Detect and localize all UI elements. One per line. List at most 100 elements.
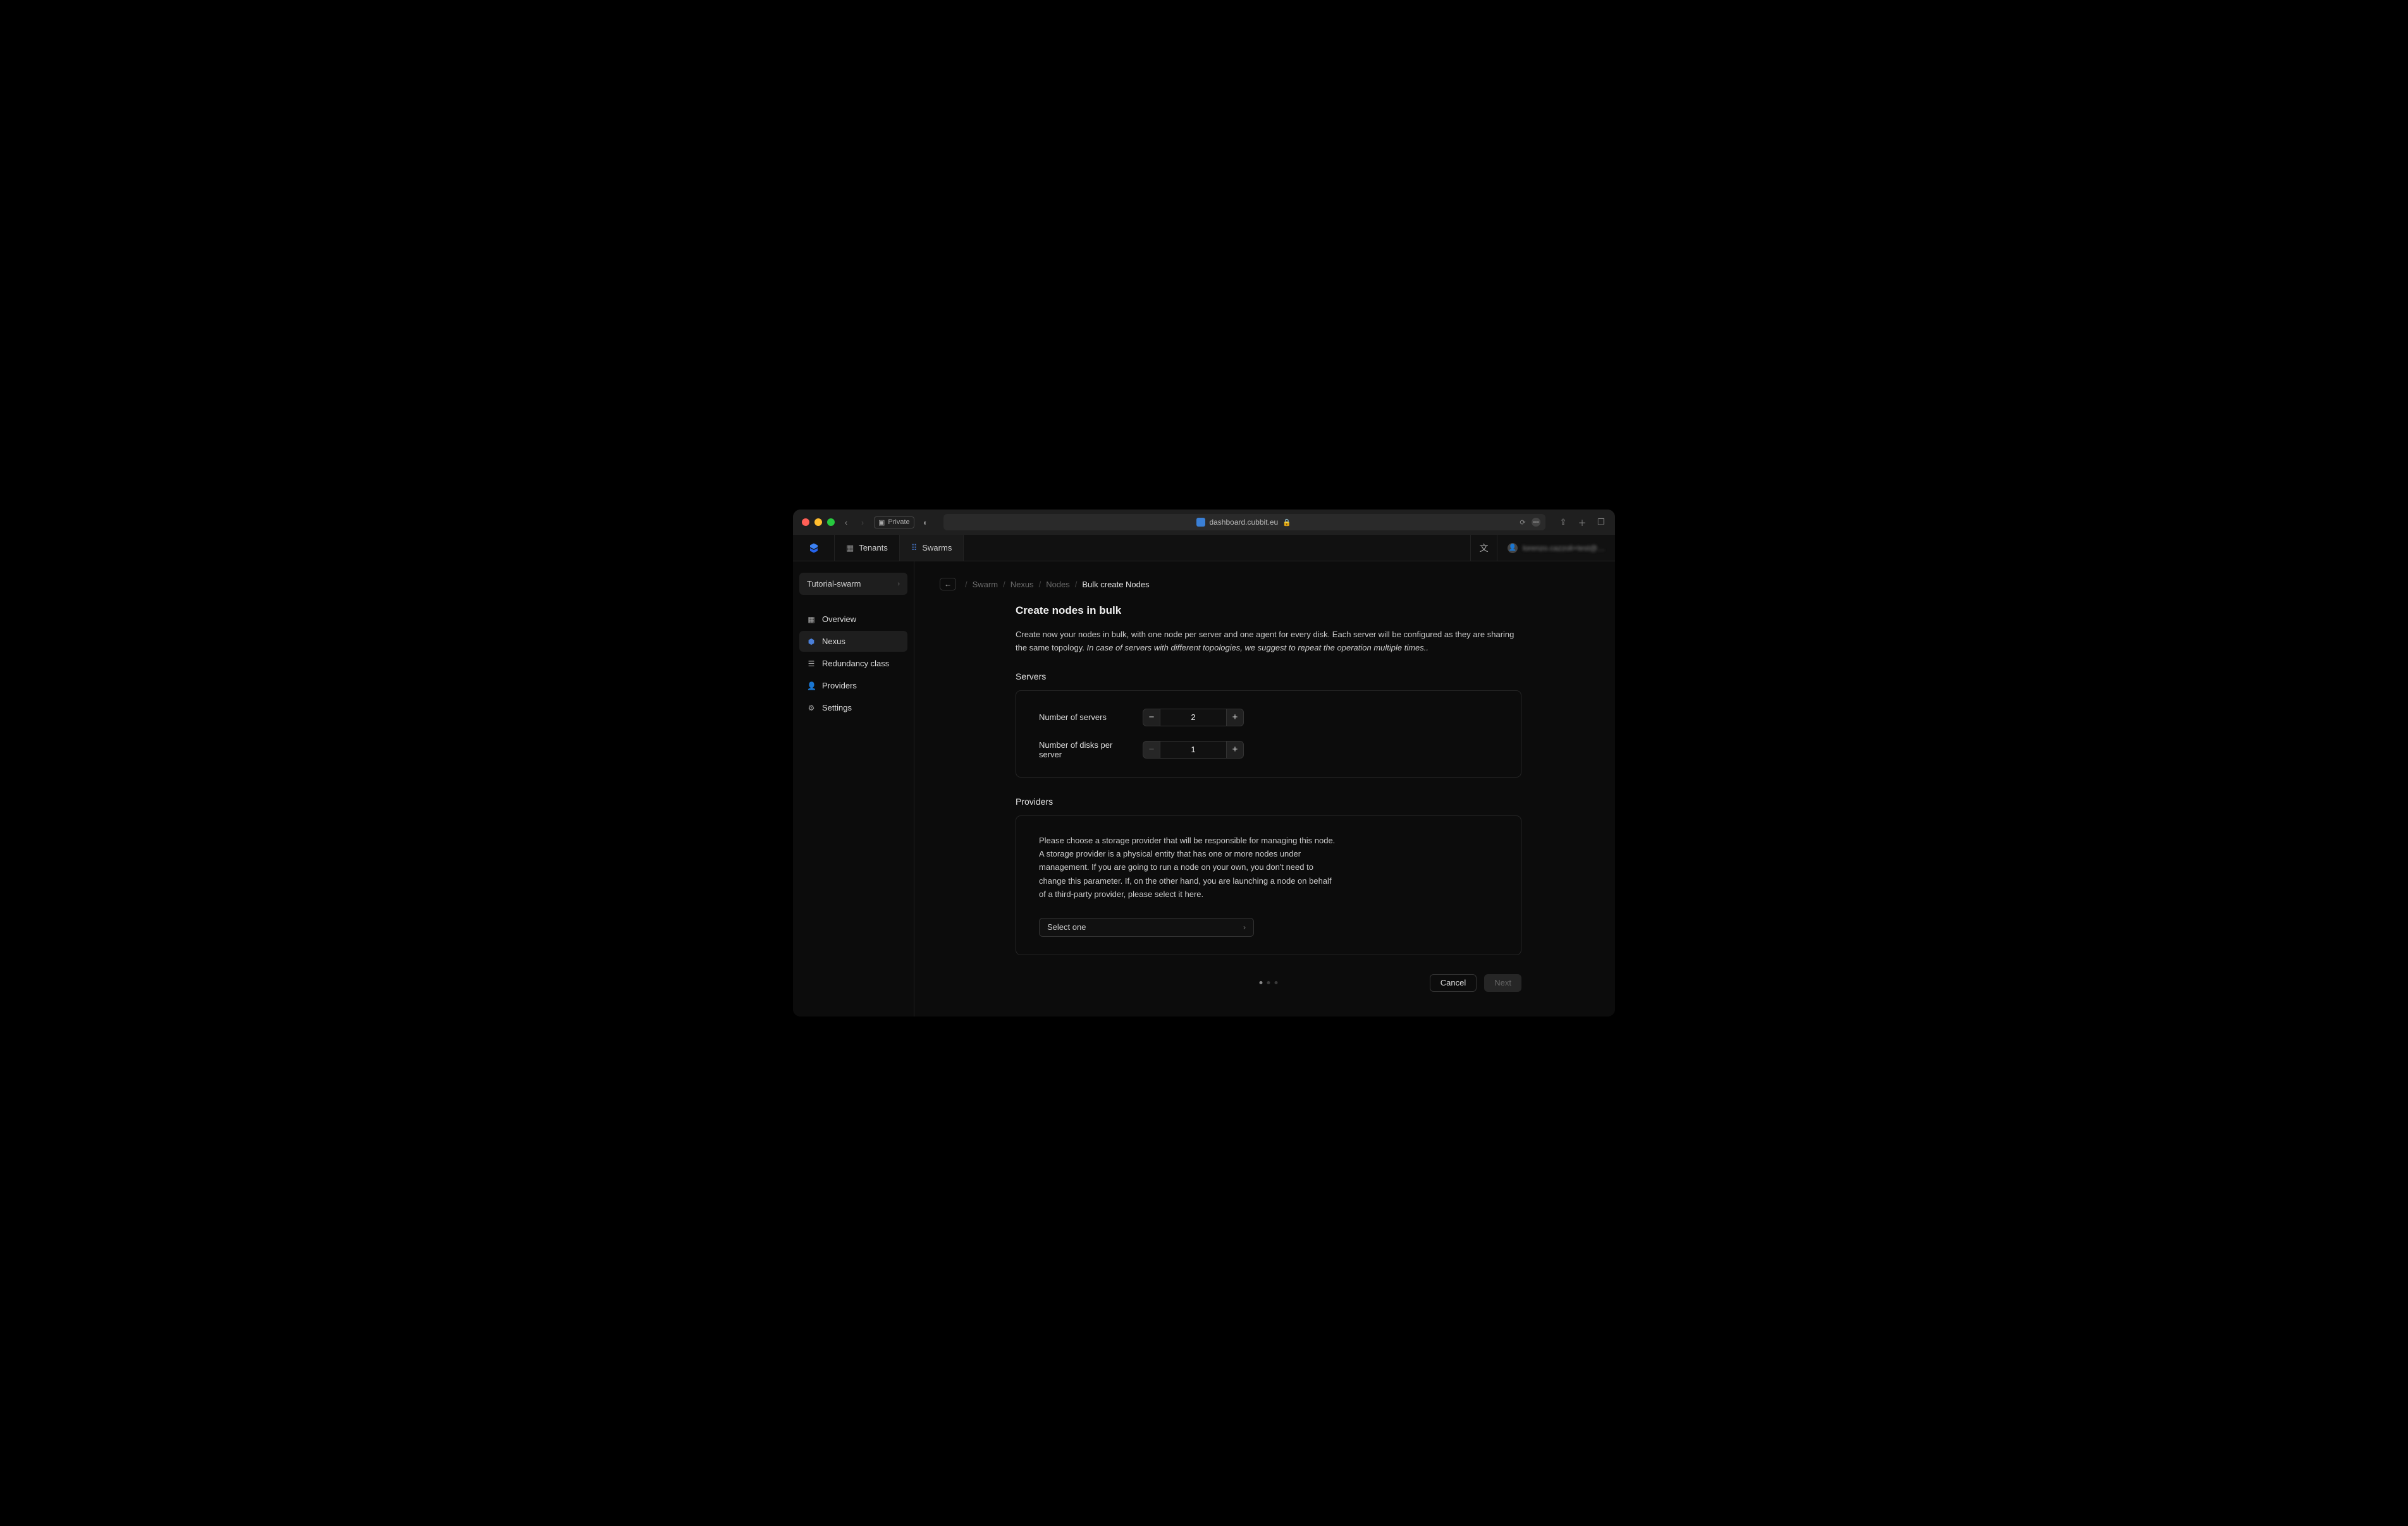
intro-italic: In case of servers with different topolo… — [1087, 643, 1429, 652]
back-icon[interactable]: ‹ — [841, 518, 851, 527]
sidebar-toggle-icon[interactable]: ▣ Private — [874, 516, 914, 528]
url-text: dashboard.cubbit.eu — [1209, 518, 1278, 527]
gear-icon: ⚙ — [807, 704, 816, 712]
lock-icon: 🔒 — [1282, 518, 1292, 527]
new-tab-icon[interactable]: ＋ — [1577, 516, 1587, 528]
grid-icon: ▦ — [807, 615, 816, 624]
num-servers-stepper: − 2 + — [1143, 709, 1244, 726]
app-body: Tutorial-swarm › ▦ Overview ⬢ Nexus ☰ Re… — [793, 561, 1615, 1016]
servers-heading: Servers — [1016, 671, 1521, 681]
forward-icon: › — [857, 518, 868, 527]
servers-decrement-button[interactable]: − — [1143, 709, 1160, 726]
sidebar-item-redundancy[interactable]: ☰ Redundancy class — [799, 653, 907, 674]
tabs-icon[interactable]: ❐ — [1596, 517, 1606, 527]
breadcrumb-separator: / — [1075, 580, 1078, 589]
arrow-left-icon: ← — [944, 580, 952, 589]
tab-swarms[interactable]: ⠿ Swarms — [900, 535, 964, 561]
more-icon[interactable]: ••• — [1532, 518, 1540, 527]
app-logo[interactable] — [793, 535, 835, 561]
servers-panel: Number of servers − 2 + Number of disks … — [1016, 690, 1521, 778]
breadcrumb-separator: / — [965, 580, 968, 589]
chevron-right-icon: › — [897, 580, 900, 588]
person-icon: 👤 — [807, 681, 816, 690]
intro-text: Create now your nodes in bulk, with one … — [1016, 628, 1521, 655]
next-button: Next — [1484, 974, 1521, 992]
layers-icon: ☰ — [807, 659, 816, 668]
breadcrumb-row: ← / Swarm / Nexus / Nodes / Bulk create … — [940, 578, 1590, 590]
providers-panel: Please choose a storage provider that wi… — [1016, 815, 1521, 955]
swarm-selected-label: Tutorial-swarm — [807, 579, 861, 589]
close-window-icon[interactable] — [802, 518, 809, 526]
share-icon[interactable]: ⇪ — [1558, 517, 1568, 527]
cancel-button[interactable]: Cancel — [1430, 974, 1477, 992]
num-servers-row: Number of servers − 2 + — [1039, 709, 1498, 726]
provider-select[interactable]: Select one › — [1039, 918, 1254, 937]
num-disks-stepper: − 1 + — [1143, 741, 1244, 759]
sidebar-item-providers[interactable]: 👤 Providers — [799, 675, 907, 696]
num-servers-label: Number of servers — [1039, 712, 1127, 722]
reload-icon[interactable]: ⟳ — [1518, 518, 1528, 527]
sidebar-item-settings[interactable]: ⚙ Settings — [799, 697, 907, 718]
breadcrumb-nodes[interactable]: Nodes — [1046, 580, 1070, 589]
tab-swarms-label: Swarms — [922, 543, 952, 552]
sidebar-item-label: Nexus — [822, 637, 845, 646]
cancel-button-label: Cancel — [1440, 978, 1466, 987]
hexagon-icon: ⬢ — [807, 637, 816, 646]
minimize-window-icon[interactable] — [814, 518, 822, 526]
disks-decrement-button: − — [1143, 741, 1160, 759]
breadcrumb-swarm[interactable]: Swarm — [973, 580, 998, 589]
swarms-icon: ⠿ — [911, 543, 918, 553]
sidebar-item-overview[interactable]: ▦ Overview — [799, 609, 907, 630]
swarm-selector[interactable]: Tutorial-swarm › — [799, 573, 907, 595]
servers-value[interactable]: 2 — [1160, 709, 1226, 726]
sidebar-item-label: Redundancy class — [822, 659, 889, 668]
avatar-icon: 👤 — [1508, 543, 1518, 553]
form-content: Create nodes in bulk Create now your nod… — [940, 604, 1521, 992]
provider-select-placeholder: Select one — [1047, 922, 1086, 932]
step-indicator — [1260, 981, 1278, 984]
disks-value[interactable]: 1 — [1160, 741, 1226, 759]
breadcrumb-separator: / — [1039, 580, 1041, 589]
step-dot-1 — [1260, 981, 1263, 984]
top-nav: ▦ Tenants ⠿ Swarms 文 👤 lorenzo.cazzoli+t… — [793, 535, 1615, 561]
sidebar-item-label: Overview — [822, 614, 856, 624]
back-button[interactable]: ← — [940, 578, 956, 590]
favicon-icon — [1196, 518, 1205, 527]
breadcrumb: / Swarm / Nexus / Nodes / Bulk create No… — [965, 580, 1150, 589]
private-label: Private — [888, 518, 909, 526]
maximize-window-icon[interactable] — [827, 518, 835, 526]
browser-window: ‹ › ▣ Private ◐ dashboard.cubbit.eu 🔒 ⟳ … — [793, 510, 1615, 1016]
breadcrumb-separator: / — [1003, 580, 1005, 589]
next-button-label: Next — [1494, 978, 1511, 987]
user-email: lorenzo.cazzoli+test@… — [1523, 544, 1605, 552]
user-menu[interactable]: 👤 lorenzo.cazzoli+test@… — [1497, 535, 1615, 561]
tenants-icon: ▦ — [846, 543, 854, 553]
appearance-icon[interactable]: ◐ — [921, 518, 931, 527]
main-content: ← / Swarm / Nexus / Nodes / Bulk create … — [914, 561, 1615, 1016]
step-dot-3 — [1275, 981, 1278, 984]
breadcrumb-nexus[interactable]: Nexus — [1010, 580, 1034, 589]
sidebar-item-label: Providers — [822, 681, 857, 690]
tab-tenants-label: Tenants — [859, 543, 888, 552]
sidebar-item-nexus[interactable]: ⬢ Nexus — [799, 631, 907, 652]
num-disks-row: Number of disks per server − 1 + — [1039, 740, 1498, 759]
traffic-lights — [802, 518, 835, 526]
panel-icon: ▣ — [878, 518, 885, 527]
page-title: Create nodes in bulk — [1016, 604, 1521, 617]
chevron-right-icon: › — [1243, 923, 1246, 932]
disks-increment-button[interactable]: + — [1226, 741, 1244, 759]
form-footer: Cancel Next — [1016, 974, 1521, 992]
sidebar: Tutorial-swarm › ▦ Overview ⬢ Nexus ☰ Re… — [793, 561, 914, 1016]
url-bar[interactable]: dashboard.cubbit.eu 🔒 ⟳ ••• — [943, 514, 1545, 530]
step-dot-2 — [1267, 981, 1270, 984]
tab-tenants[interactable]: ▦ Tenants — [835, 535, 900, 561]
browser-chrome-bar: ‹ › ▣ Private ◐ dashboard.cubbit.eu 🔒 ⟳ … — [793, 510, 1615, 535]
num-disks-label: Number of disks per server — [1039, 740, 1127, 759]
servers-increment-button[interactable]: + — [1226, 709, 1244, 726]
translate-icon: 文 — [1480, 542, 1489, 554]
breadcrumb-current: Bulk create Nodes — [1082, 580, 1149, 589]
sidebar-item-label: Settings — [822, 703, 852, 712]
providers-heading: Providers — [1016, 797, 1521, 807]
providers-description: Please choose a storage provider that wi… — [1039, 834, 1336, 901]
language-button[interactable]: 文 — [1470, 535, 1497, 561]
